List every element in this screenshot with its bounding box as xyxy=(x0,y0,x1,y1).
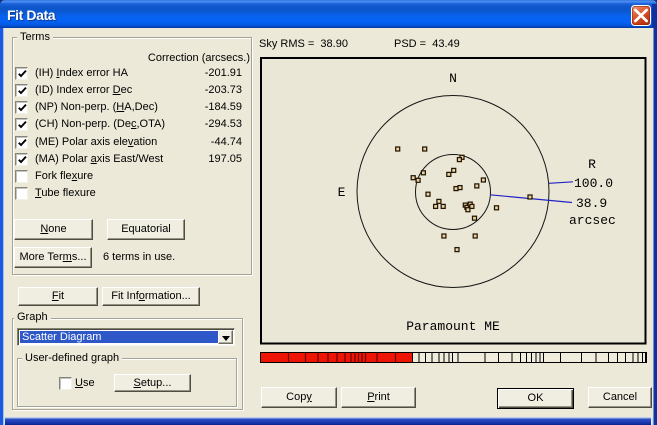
svg-text:N: N xyxy=(449,71,457,86)
svg-text:E: E xyxy=(338,185,346,200)
svg-text:38.9: 38.9 xyxy=(576,196,607,211)
svg-text:Paramount ME: Paramount ME xyxy=(406,319,500,334)
svg-text:arcsec: arcsec xyxy=(569,213,616,228)
svg-text:R: R xyxy=(588,157,596,172)
svg-text:100.0: 100.0 xyxy=(574,176,613,191)
